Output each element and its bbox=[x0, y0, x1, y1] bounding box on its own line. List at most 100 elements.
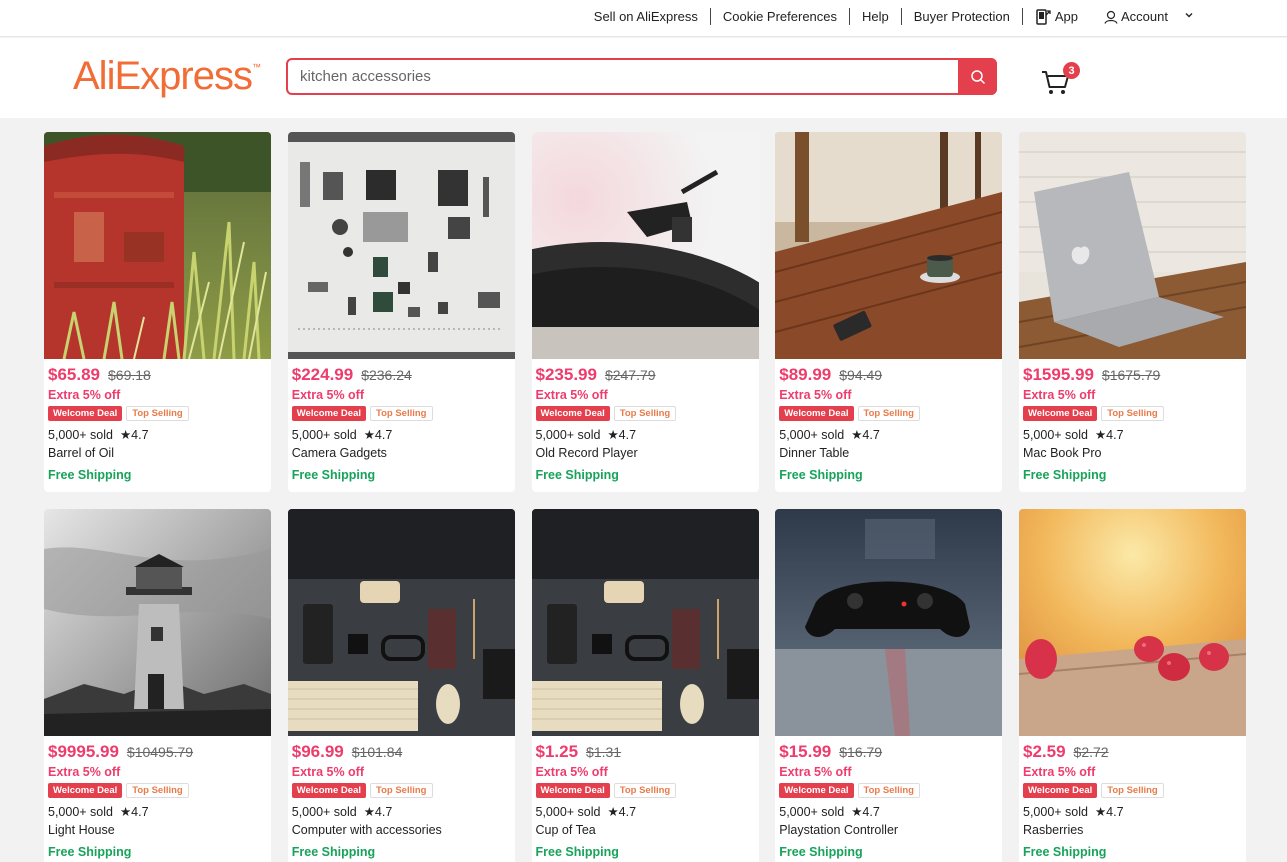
product-old-price: $1675.79 bbox=[1101, 367, 1161, 383]
discount-text: Extra 5% off bbox=[1023, 388, 1096, 402]
rating: ★4.7 bbox=[363, 805, 393, 819]
product-image-computer-accessories[interactable] bbox=[287, 509, 515, 736]
search-icon bbox=[970, 69, 985, 84]
rating: ★4.7 bbox=[851, 428, 880, 442]
cookie-preferences-link[interactable]: Cookie Preferences bbox=[711, 9, 849, 24]
free-shipping-label: Free Shipping bbox=[291, 468, 376, 482]
product-image-barrel[interactable] bbox=[44, 132, 271, 359]
discount-text: Extra 5% off bbox=[48, 765, 121, 779]
product-price: $235.99 bbox=[535, 365, 597, 384]
buyer-protection-link[interactable]: Buyer Protection bbox=[902, 9, 1022, 24]
product-name: Rasberries bbox=[1023, 823, 1084, 837]
sold-count: 5,000+ sold bbox=[779, 805, 845, 819]
free-shipping-label: Free Shipping bbox=[291, 845, 376, 859]
discount-text: Extra 5% off bbox=[535, 765, 608, 779]
search-bar bbox=[286, 58, 997, 95]
rating: ★4.7 bbox=[1094, 428, 1124, 442]
product-image-rasberries[interactable] bbox=[1019, 509, 1246, 736]
product-old-price: $101.84 bbox=[351, 744, 403, 760]
aliexpress-logo[interactable]: AliExpress™ bbox=[73, 54, 261, 99]
product-price: $15.99 bbox=[779, 742, 832, 761]
welcome-deal-badge: Welcome Deal bbox=[535, 406, 610, 421]
search-button[interactable] bbox=[958, 58, 997, 95]
product-name: Mac Book Pro bbox=[1023, 446, 1102, 460]
product-image-camera-gadgets[interactable] bbox=[287, 132, 515, 359]
product-price: $96.99 bbox=[291, 742, 344, 761]
product-name: Dinner Table bbox=[779, 446, 850, 460]
product-card[interactable]: $224.99 $236.24 Extra 5% off Welcome Deal… bbox=[287, 132, 515, 492]
top-selling-badge: Top Selling bbox=[613, 783, 677, 798]
product-name: Old Record Player bbox=[535, 446, 638, 460]
product-image-record-player[interactable] bbox=[531, 132, 759, 359]
search-input[interactable] bbox=[288, 60, 948, 93]
product-old-price: $1.31 bbox=[586, 744, 622, 760]
top-selling-badge: Top Selling bbox=[613, 406, 677, 421]
product-price: $224.99 bbox=[291, 365, 354, 384]
product-card[interactable]: $15.99 $16.79 Extra 5% off Welcome Deal To… bbox=[775, 509, 1003, 862]
product-price: $1.25 bbox=[535, 742, 579, 761]
sold-count: 5,000+ sold bbox=[535, 805, 601, 819]
chevron-down-icon[interactable] bbox=[1182, 10, 1194, 23]
rating: ★4.7 bbox=[607, 805, 637, 819]
discount-text: Extra 5% off bbox=[291, 765, 364, 779]
product-image-cup-of-tea[interactable] bbox=[531, 509, 759, 736]
product-old-price: $2.72 bbox=[1073, 744, 1109, 760]
product-card[interactable]: $96.99 $101.84 Extra 5% off Welcome Deal T… bbox=[287, 509, 515, 862]
rating: ★4.7 bbox=[1094, 805, 1124, 819]
top-nav: Sell on AliExpress Cookie Preferences He… bbox=[582, 0, 1194, 33]
free-shipping-label: Free Shipping bbox=[535, 468, 619, 482]
top-selling-badge: Top Selling bbox=[1101, 783, 1164, 798]
product-price: $1595.99 bbox=[1023, 365, 1094, 384]
top-selling-badge: Top Selling bbox=[857, 783, 920, 798]
account-link[interactable]: Account bbox=[1090, 9, 1182, 24]
welcome-deal-badge: Welcome Deal bbox=[535, 783, 610, 798]
app-link[interactable]: App bbox=[1023, 8, 1090, 25]
sold-count: 5,000+ sold bbox=[1023, 805, 1088, 819]
top-selling-badge: Top Selling bbox=[126, 406, 189, 421]
sell-on-aliexpress-link[interactable]: Sell on AliExpress bbox=[582, 9, 710, 24]
product-card[interactable]: $9995.99 $10495.79 Extra 5% off Welcome D… bbox=[44, 509, 271, 862]
product-card[interactable]: $1.25 $1.31 Extra 5% off Welcome Deal Top … bbox=[531, 509, 759, 862]
product-image-lighthouse[interactable] bbox=[44, 509, 271, 736]
user-icon bbox=[1104, 10, 1118, 24]
cart-button[interactable]: 3 bbox=[1040, 62, 1080, 96]
product-name: Light House bbox=[48, 823, 115, 837]
product-card[interactable]: $235.99 $247.79 Extra 5% off Welcome Deal… bbox=[531, 132, 759, 492]
top-bar: Sell on AliExpress Cookie Preferences He… bbox=[0, 0, 1287, 37]
rating: ★4.7 bbox=[363, 428, 393, 442]
welcome-deal-badge: Welcome Deal bbox=[1023, 406, 1098, 421]
product-name: Playstation Controller bbox=[779, 823, 899, 837]
product-price: $2.59 bbox=[1023, 742, 1066, 761]
product-old-price: $10495.79 bbox=[126, 744, 194, 760]
top-selling-badge: Top Selling bbox=[370, 406, 433, 421]
product-old-price: $16.79 bbox=[839, 744, 883, 760]
welcome-deal-badge: Welcome Deal bbox=[291, 783, 366, 798]
free-shipping-label: Free Shipping bbox=[779, 468, 863, 482]
cart-count-badge: 3 bbox=[1063, 62, 1080, 79]
welcome-deal-badge: Welcome Deal bbox=[1023, 783, 1098, 798]
product-card[interactable]: $65.89 $69.18 Extra 5% off Welcome Deal To… bbox=[44, 132, 271, 492]
product-price: $65.89 bbox=[48, 365, 100, 384]
top-selling-badge: Top Selling bbox=[126, 783, 189, 798]
top-selling-badge: Top Selling bbox=[857, 406, 920, 421]
free-shipping-label: Free Shipping bbox=[1023, 845, 1107, 859]
product-card[interactable]: $1595.99 $1675.79 Extra 5% off Welcome De… bbox=[1019, 132, 1246, 492]
rating: ★4.7 bbox=[851, 805, 880, 819]
product-image-controller[interactable] bbox=[775, 509, 1003, 736]
product-card[interactable]: $2.59 $2.72 Extra 5% off Welcome Deal Top … bbox=[1019, 509, 1246, 862]
welcome-deal-badge: Welcome Deal bbox=[779, 406, 854, 421]
free-shipping-label: Free Shipping bbox=[779, 845, 863, 859]
discount-text: Extra 5% off bbox=[779, 388, 852, 402]
rating: ★4.7 bbox=[119, 428, 149, 442]
product-image-dinner-table[interactable] bbox=[775, 132, 1003, 359]
product-image-macbook[interactable] bbox=[1019, 132, 1246, 359]
sold-count: 5,000+ sold bbox=[535, 428, 601, 442]
welcome-deal-badge: Welcome Deal bbox=[48, 406, 123, 421]
product-price: $9995.99 bbox=[48, 742, 119, 761]
help-link[interactable]: Help bbox=[850, 9, 901, 24]
product-name: Computer with accessories bbox=[291, 823, 442, 837]
top-selling-badge: Top Selling bbox=[370, 783, 433, 798]
product-card[interactable]: $89.99 $94.49 Extra 5% off Welcome Deal To… bbox=[775, 132, 1003, 492]
app-label: App bbox=[1054, 9, 1079, 24]
sold-count: 5,000+ sold bbox=[779, 428, 845, 442]
